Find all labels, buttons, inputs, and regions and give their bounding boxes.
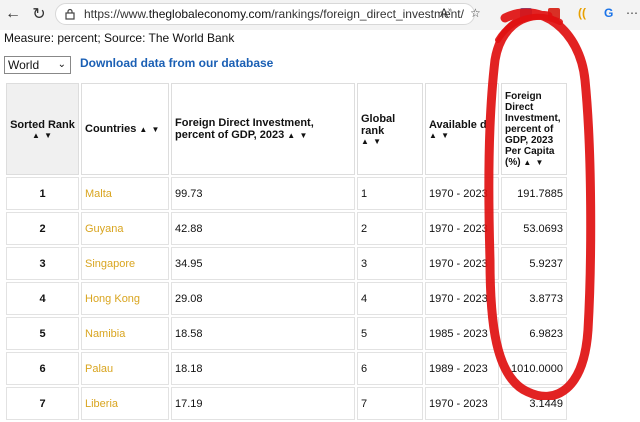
cell-available: 1970 - 2023 xyxy=(425,282,499,315)
sort-arrows-icon[interactable]: ▲ ▼ xyxy=(10,131,75,140)
cell-global-rank: 6 xyxy=(357,352,423,385)
header-label: Global rank xyxy=(361,112,396,137)
cell-per-capita: 3.1449 xyxy=(501,387,567,420)
header-label: Available d xyxy=(429,118,487,131)
lock-icon xyxy=(65,8,75,20)
cell-rank: 3 xyxy=(6,247,79,280)
cell-rank: 1 xyxy=(6,177,79,210)
cell-available: 1970 - 2023 xyxy=(425,387,499,420)
header-available[interactable]: Available d ▲ ▼ xyxy=(425,83,499,175)
chevron-down-icon: ⌄ xyxy=(57,59,66,70)
sort-arrows-icon[interactable]: ▲ ▼ xyxy=(429,131,495,140)
region-select-value: World xyxy=(8,58,40,72)
header-label: Countries xyxy=(85,123,137,135)
cell-rank: 5 xyxy=(6,317,79,350)
url-text: https://www.theglobaleconomy.com/ranking… xyxy=(84,7,464,21)
more-icon[interactable]: ⋯ xyxy=(626,6,638,20)
cell-rank: 7 xyxy=(6,387,79,420)
sort-arrows-icon[interactable]: ▲ ▼ xyxy=(361,137,419,146)
rankings-table: Sorted Rank ▲ ▼ Countries ▲ ▼ Foreign Di… xyxy=(4,81,569,422)
sort-arrows-icon[interactable]: ▲ ▼ xyxy=(139,125,160,134)
cell-fdi: 99.73 xyxy=(171,177,355,210)
cell-global-rank: 5 xyxy=(357,317,423,350)
cell-global-rank: 4 xyxy=(357,282,423,315)
cell-available: 1985 - 2023 xyxy=(425,317,499,350)
cell-fdi: 29.08 xyxy=(171,282,355,315)
cell-global-rank: 3 xyxy=(357,247,423,280)
table-row: 6 Palau 18.18 6 1989 - 2023 1010.0000 xyxy=(6,352,567,385)
measure-source-text: Measure: percent; Source: The World Bank xyxy=(4,31,235,45)
table-row: 1 Malta 99.73 1 1970 - 2023 191.7885 xyxy=(6,177,567,210)
sort-arrows-icon[interactable]: ▲ ▼ xyxy=(287,131,308,140)
country-link[interactable]: Namibia xyxy=(81,317,169,350)
cell-per-capita: 6.9823 xyxy=(501,317,567,350)
country-link[interactable]: Liberia xyxy=(81,387,169,420)
cell-global-rank: 2 xyxy=(357,212,423,245)
address-bar[interactable]: https://www.theglobaleconomy.com/ranking… xyxy=(55,3,475,25)
header-sorted-rank[interactable]: Sorted Rank ▲ ▼ xyxy=(6,83,79,175)
header-countries[interactable]: Countries ▲ ▼ xyxy=(81,83,169,175)
header-per-capita[interactable]: Foreign Direct Investment, percent of GD… xyxy=(501,83,567,175)
extension-g-icon[interactable]: G xyxy=(604,6,613,20)
cell-fdi: 18.58 xyxy=(171,317,355,350)
cell-fdi: 17.19 xyxy=(171,387,355,420)
table-row: 5 Namibia 18.58 5 1985 - 2023 6.9823 xyxy=(6,317,567,350)
country-link[interactable]: Palau xyxy=(81,352,169,385)
region-select[interactable]: World ⌄ xyxy=(4,56,71,74)
country-link[interactable]: Singapore xyxy=(81,247,169,280)
sort-arrows-icon[interactable]: ▲ ▼ xyxy=(523,158,544,167)
table-row: 3 Singapore 34.95 3 1970 - 2023 5.9237 xyxy=(6,247,567,280)
country-link[interactable]: Malta xyxy=(81,177,169,210)
extension-red-icon[interactable] xyxy=(548,8,560,20)
cell-rank: 4 xyxy=(6,282,79,315)
cell-available: 1989 - 2023 xyxy=(425,352,499,385)
extension-wifi-icon[interactable]: (( xyxy=(578,6,586,20)
favorite-star-icon[interactable]: ☆ xyxy=(470,6,481,20)
header-label: Sorted Rank xyxy=(10,118,75,131)
cell-rank: 6 xyxy=(6,352,79,385)
table-row: 2 Guyana 42.88 2 1970 - 2023 53.0693 xyxy=(6,212,567,245)
back-arrow-icon[interactable]: ← xyxy=(2,3,24,25)
cell-per-capita: 5.9237 xyxy=(501,247,567,280)
country-link[interactable]: Guyana xyxy=(81,212,169,245)
table-row: 7 Liberia 17.19 7 1970 - 2023 3.1449 xyxy=(6,387,567,420)
cell-per-capita: 191.7885 xyxy=(501,177,567,210)
country-link[interactable]: Hong Kong xyxy=(81,282,169,315)
cell-per-capita: 3.8773 xyxy=(501,282,567,315)
browser-toolbar: ← ↻ https://www.theglobaleconomy.com/ran… xyxy=(0,0,640,30)
download-data-link[interactable]: Download data from our database xyxy=(80,56,273,70)
header-global-rank[interactable]: Global rank ▲ ▼ xyxy=(357,83,423,175)
cell-fdi: 18.18 xyxy=(171,352,355,385)
cell-global-rank: 7 xyxy=(357,387,423,420)
cell-fdi: 34.95 xyxy=(171,247,355,280)
table-row: 4 Hong Kong 29.08 4 1970 - 2023 3.8773 xyxy=(6,282,567,315)
cell-available: 1970 - 2023 xyxy=(425,212,499,245)
cell-per-capita: 1010.0000 xyxy=(501,352,567,385)
header-label: Foreign Direct Investment, percent of GD… xyxy=(505,90,561,168)
reload-icon[interactable]: ↻ xyxy=(28,3,50,25)
cell-rank: 2 xyxy=(6,212,79,245)
extension-icon[interactable] xyxy=(520,8,532,20)
header-fdi[interactable]: Foreign Direct Investment, percent of GD… xyxy=(171,83,355,175)
read-aloud-icon[interactable]: A» xyxy=(440,6,452,20)
cell-per-capita: 53.0693 xyxy=(501,212,567,245)
cell-available: 1970 - 2023 xyxy=(425,247,499,280)
cell-available: 1970 - 2023 xyxy=(425,177,499,210)
cell-global-rank: 1 xyxy=(357,177,423,210)
cell-fdi: 42.88 xyxy=(171,212,355,245)
